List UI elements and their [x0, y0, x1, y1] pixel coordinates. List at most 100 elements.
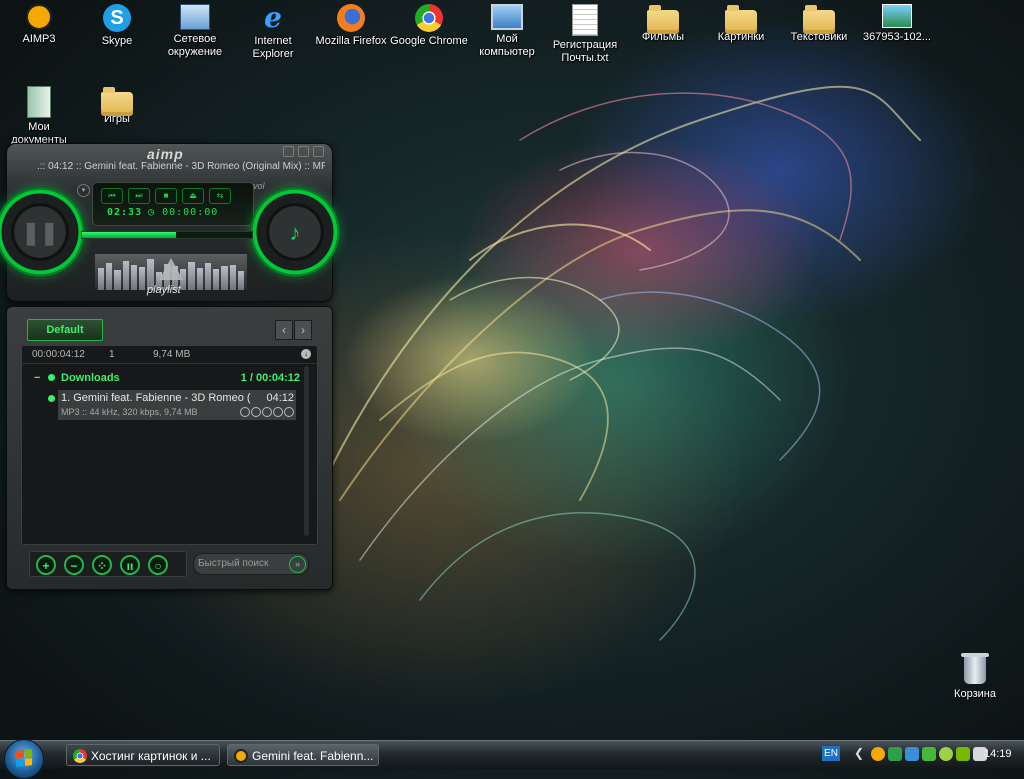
playlist-toggle[interactable]: playlist — [147, 284, 181, 296]
group-summary: 1 / 00:04:12 — [240, 372, 300, 384]
aimp-icon — [234, 749, 248, 763]
desktop-icon-chrome[interactable]: Google Chrome — [390, 2, 468, 48]
aimp-triangle-icon — [159, 258, 183, 280]
playlist-group-header[interactable]: − Downloads 1 / 00:04:12 — [34, 370, 300, 386]
play-pause-button[interactable]: ❚❚ — [0, 187, 85, 277]
taskbar-button-label: Gemini feat. Fabienn... — [252, 749, 374, 763]
next-button[interactable]: ⏭ — [128, 188, 150, 204]
taskbar-button-chrome[interactable]: Хостинг картинок и ... — [66, 744, 220, 766]
rating-star-icon[interactable] — [284, 407, 294, 417]
folder-icon — [647, 5, 679, 34]
playlist-track[interactable]: 1. Gemini feat. Fabienne - 3D Romeo (O..… — [58, 390, 296, 420]
spectrum-bar — [237, 271, 244, 290]
clock[interactable]: 14:19 — [984, 748, 1012, 760]
spectrum-bar — [106, 263, 113, 290]
rating-star-icon[interactable] — [240, 407, 250, 417]
volume-knob[interactable]: ♪ — [250, 187, 340, 277]
security-icon[interactable] — [922, 747, 936, 761]
track-rating[interactable] — [240, 407, 294, 417]
desktop-icon-games[interactable]: Игры — [78, 84, 156, 126]
update-icon[interactable] — [939, 747, 953, 761]
playlist-count: 1 — [109, 349, 115, 360]
eject-button[interactable]: ⏏ — [182, 188, 204, 204]
desktop-icon-films[interactable]: Фильмы — [624, 2, 702, 44]
track-duration: 04:12 — [266, 392, 294, 404]
chevron-down-icon[interactable]: ▾ — [77, 184, 90, 197]
desktop-icon-my-documents[interactable]: Мои документы — [0, 84, 78, 147]
desktop-icon-aimp3[interactable]: AIMP3 — [0, 2, 78, 46]
time-remaining: 00:00:00 — [162, 207, 219, 218]
playlist-next-tab-button[interactable]: › — [294, 320, 312, 340]
start-button[interactable] — [4, 739, 44, 779]
repeat-button[interactable]: ⇆ — [209, 188, 231, 204]
playlist-list: 00:00:04:12 1 9,74 MB ↓ − Downloads 1 / … — [21, 345, 318, 545]
desktop-icon-text-file[interactable]: Регистрация Почты.txt — [546, 2, 624, 65]
add-button[interactable]: + — [36, 555, 56, 575]
computer-icon — [491, 4, 523, 30]
clock-icon: ◷ — [148, 207, 156, 218]
download-icon[interactable]: ↓ — [301, 349, 311, 359]
desktop-icon-label: Мой компьютер — [479, 33, 535, 58]
close-button[interactable] — [313, 146, 324, 157]
sort-button[interactable]: ⁘ — [92, 555, 112, 575]
nvidia-icon[interactable] — [956, 747, 970, 761]
aimp-tray-icon[interactable] — [871, 747, 885, 761]
track-info: MP3 :: 44 kHz, 320 kbps, 9,74 MB — [61, 407, 198, 417]
ie-icon: e — [264, 1, 282, 34]
time-display: 02:33 ◷ 00:00:00 — [107, 207, 218, 218]
show-hidden-icons-button[interactable]: ❮ — [854, 746, 864, 760]
volume-label: vol — [253, 181, 265, 191]
aimp-player-window: aimp .:: 04:12 :: Gemini feat. Fabienne … — [0, 143, 340, 590]
quick-search-input[interactable] — [198, 556, 286, 571]
seek-bar-fill — [82, 232, 176, 238]
documents-icon — [27, 86, 51, 118]
language-indicator[interactable]: EN — [822, 746, 840, 761]
music-note-icon: ♪ — [289, 220, 301, 245]
desktop-icon-recycle-bin[interactable]: Корзина — [940, 653, 1010, 700]
playlist-size: 9,74 MB — [153, 349, 191, 360]
rating-star-icon[interactable] — [273, 407, 283, 417]
remove-button[interactable]: − — [64, 555, 84, 575]
collapse-icon[interactable]: − — [34, 370, 40, 386]
desktop-icon-skype[interactable]: S Skype — [78, 2, 156, 48]
spectrum-bar — [204, 263, 212, 290]
taskbar-button-aimp[interactable]: Gemini feat. Fabienn... — [227, 744, 379, 766]
desktop-icon-ie[interactable]: e Internet Explorer — [234, 2, 312, 61]
maximize-button[interactable] — [298, 146, 309, 157]
search-go-icon[interactable]: » — [289, 556, 306, 573]
desktop-icon-label: Mozilla Firefox — [315, 35, 387, 47]
recycle-bin-icon — [961, 653, 989, 684]
rating-star-icon[interactable] — [262, 407, 272, 417]
spectrum-bar — [139, 266, 146, 290]
skype-icon: S — [103, 4, 131, 32]
taskbar: Хостинг картинок и ... Gemini feat. Fabi… — [0, 739, 1024, 779]
desktop-icon-my-computer[interactable]: Мой компьютер — [468, 2, 546, 59]
shield-icon[interactable] — [888, 747, 902, 761]
playlist-menu-button[interactable]: ıı — [120, 555, 140, 575]
rating-star-icon[interactable] — [251, 407, 261, 417]
playlist-tab-default[interactable]: Default — [27, 319, 103, 341]
folder-icon — [725, 5, 757, 34]
network-tray-icon[interactable] — [905, 747, 919, 761]
tray-icons — [871, 747, 987, 761]
now-playing-text: .:: 04:12 :: Gemini feat. Fabienne - 3D … — [37, 161, 325, 172]
spectrum-bar — [130, 264, 138, 290]
spectrum-bar — [188, 262, 195, 290]
find-button[interactable]: ○ — [148, 555, 168, 575]
desktop-icon-texts[interactable]: Текстовики — [780, 2, 858, 44]
playlist-scrollbar[interactable] — [304, 366, 309, 536]
previous-button[interactable]: ⏮ — [101, 188, 123, 204]
folder-icon — [101, 87, 133, 116]
spectrum-bar — [221, 266, 228, 290]
stop-button[interactable]: ■ — [155, 188, 177, 204]
desktop-icon-label: Корзина — [954, 688, 996, 700]
desktop-icon-firefox[interactable]: Mozilla Firefox — [312, 2, 390, 48]
track-title: 1. Gemini feat. Fabienne - 3D Romeo (O..… — [61, 392, 251, 404]
spectrum-bar — [196, 267, 203, 290]
playlist-prev-tab-button[interactable]: ‹ — [275, 320, 293, 340]
seek-bar[interactable] — [81, 231, 253, 239]
minimize-button[interactable] — [283, 146, 294, 157]
desktop-icon-network[interactable]: Сетевое окружение — [156, 2, 234, 59]
desktop-icon-image-file[interactable]: 367953-102... — [858, 2, 936, 44]
desktop-icon-pictures[interactable]: Картинки — [702, 2, 780, 44]
